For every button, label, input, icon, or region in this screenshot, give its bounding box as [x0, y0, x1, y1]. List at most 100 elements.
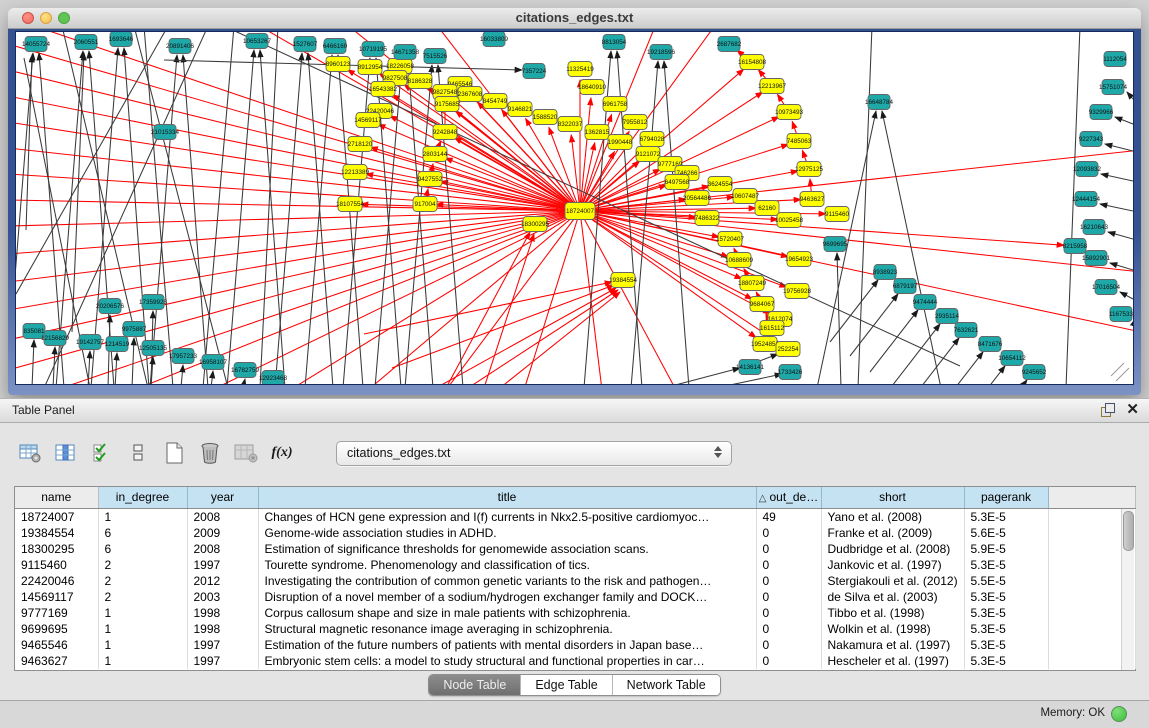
cell-name: 18724007 — [15, 508, 98, 525]
scrollbar-thumb[interactable] — [1123, 511, 1134, 551]
graph-node-label: 2687682 — [717, 41, 742, 48]
cell-out_de…: 0 — [756, 557, 821, 573]
cell-short: Yano et al. (2008) — [821, 508, 964, 525]
cell-pagerank: 5.3E-5 — [964, 621, 1048, 637]
table-row[interactable]: 977716911998Corpus callosum shape and si… — [15, 605, 1135, 621]
cell-title: Disruption of a novel member of a sodium… — [258, 589, 756, 605]
graph-node-label: 16782759 — [231, 367, 260, 374]
graph-node-label: 62160 — [758, 205, 776, 212]
table-row[interactable]: 1456911722003Disruption of a novel membe… — [15, 589, 1135, 605]
cell-short: Nakamura et al. (1997) — [821, 637, 964, 653]
cell-short: Hescheler et al. (1997) — [821, 653, 964, 669]
graph-node-label: 17016504 — [1092, 284, 1121, 291]
cell-name: 19384554 — [15, 525, 98, 541]
table-row[interactable]: 946554611997Estimation of the future num… — [15, 637, 1135, 653]
graph-node-label: 9427552 — [418, 176, 443, 183]
graph-node-label: 1733426 — [778, 369, 803, 376]
graph-node-label: 10654112 — [998, 355, 1026, 362]
graph-node-label: 3624554 — [708, 181, 733, 188]
cell-out_de…: 0 — [756, 525, 821, 541]
function-icon[interactable]: f(x) — [268, 440, 296, 466]
graph-node-label: 917004 — [414, 201, 436, 208]
column-header-year[interactable]: year — [187, 487, 258, 508]
cell-short: Jankovic et al. (1997) — [821, 557, 964, 573]
table-settings-icon[interactable] — [16, 440, 44, 466]
float-panel-icon[interactable] — [1100, 402, 1116, 418]
graph-node-label: 9227343 — [1079, 136, 1104, 143]
table-row[interactable]: 969969511998Structural magnetic resonanc… — [15, 621, 1135, 637]
graph-node-label: 9242848 — [433, 129, 458, 136]
graph-node-label: 16543382 — [369, 86, 398, 93]
table-row[interactable]: 1830029562008Estimation of significance … — [15, 541, 1135, 557]
table-row[interactable]: 1938455462009Genome-wide association stu… — [15, 525, 1135, 541]
minimize-window-icon[interactable] — [40, 12, 52, 24]
graph-node-label: 15751074 — [1099, 84, 1128, 91]
graph-node-label: 14569117 — [354, 117, 382, 124]
insert-column-icon[interactable] — [52, 440, 80, 466]
graph-node-label: 9827548 — [433, 89, 458, 96]
graph-node-label: 12444154 — [1072, 196, 1101, 203]
table-row[interactable]: 1872400712008Changes of HCN gene express… — [15, 508, 1135, 525]
close-window-icon[interactable] — [22, 12, 34, 24]
close-panel-icon[interactable]: ✕ — [1126, 402, 1139, 418]
column-header-in_degree[interactable]: in_degree — [98, 487, 187, 508]
cell-name: 9463627 — [15, 653, 98, 669]
tab-edge-table[interactable]: Edge Table — [521, 675, 612, 695]
graph-node-label: 14671358 — [391, 49, 420, 56]
cell-year: 1998 — [187, 605, 258, 621]
table-scrollbar[interactable] — [1121, 509, 1134, 670]
column-header-name[interactable]: name — [15, 487, 98, 508]
graph-node-label: 14055724 — [22, 41, 51, 48]
graph-node-label: 8215958 — [1063, 243, 1088, 250]
column-header-title[interactable]: title — [258, 487, 756, 508]
column-header-short[interactable]: short — [821, 487, 964, 508]
cell-title: Embryonic stem cells: a model to study s… — [258, 653, 756, 669]
cell-in_degree: 1 — [98, 621, 187, 637]
tab-network-table[interactable]: Network Table — [613, 675, 720, 695]
table-row[interactable]: 946362711997Embryonic stem cells: a mode… — [15, 653, 1135, 669]
graph-node-label: 12505135 — [139, 345, 168, 352]
graph-node-label: 1167533 — [1109, 311, 1134, 318]
graph-node-label: 7955812 — [623, 119, 648, 126]
network-canvas[interactable]: 1872400789601238912954182260589827508165… — [15, 31, 1134, 385]
select-rows-icon[interactable] — [88, 440, 116, 466]
graph-node-label: 19756928 — [783, 288, 812, 295]
graph-node-label: 6466160 — [323, 43, 348, 50]
graph-node-label: 12213389 — [341, 169, 370, 176]
new-table-icon[interactable] — [160, 440, 188, 466]
node-table: namein_degreeyeartitle△out_de…shortpager… — [14, 486, 1136, 671]
canvas-resize-grip-icon[interactable] — [1111, 363, 1129, 381]
graph-node-label: 19654923 — [785, 256, 814, 263]
graph-node-label: 12213967 — [758, 83, 787, 90]
table-row[interactable]: 911546021997Tourette syndrome. Phenomeno… — [15, 557, 1135, 573]
graph-node-label: 1527607 — [293, 41, 318, 48]
cell-in_degree: 1 — [98, 605, 187, 621]
cell-year: 2008 — [187, 541, 258, 557]
zoom-window-icon[interactable] — [58, 12, 70, 24]
graph-node-label: 11325419 — [566, 66, 594, 73]
column-header-pagerank[interactable]: pagerank — [964, 487, 1048, 508]
graph-node-label: 7485063 — [787, 138, 812, 145]
graph-node-label: 18807249 — [738, 280, 767, 287]
table-row[interactable]: 2242004622012Investigating the contribut… — [15, 573, 1135, 589]
tab-node-table[interactable]: Node Table — [429, 675, 521, 695]
column-header-filler — [1048, 487, 1135, 508]
column-header-out_de…[interactable]: △out_de… — [756, 487, 821, 508]
cell-pagerank: 5.3E-5 — [964, 508, 1048, 525]
delete-table-icon[interactable] — [196, 440, 224, 466]
cell-out_de…: 0 — [756, 573, 821, 589]
cell-short: Stergiakouli et al. (2012) — [821, 573, 964, 589]
graph-node-label: 8813054 — [602, 39, 627, 46]
graph-node-label: 7632621 — [954, 327, 979, 334]
window-titlebar[interactable]: citations_edges.txt — [8, 8, 1141, 29]
graph-node-label: 2060551 — [74, 39, 99, 46]
cell-out_de…: 0 — [756, 637, 821, 653]
graph-node-label: 10973493 — [775, 109, 804, 116]
cell-year: 2008 — [187, 508, 258, 525]
cell-title: Tourette syndrome. Phenomenology and cla… — [258, 557, 756, 573]
cell-year: 1998 — [187, 621, 258, 637]
cell-in_degree: 6 — [98, 541, 187, 557]
graph-node-label: 19142757 — [76, 339, 105, 346]
rows-icon[interactable] — [124, 440, 152, 466]
table-selector-dropdown[interactable]: citations_edges.txt — [336, 441, 732, 466]
